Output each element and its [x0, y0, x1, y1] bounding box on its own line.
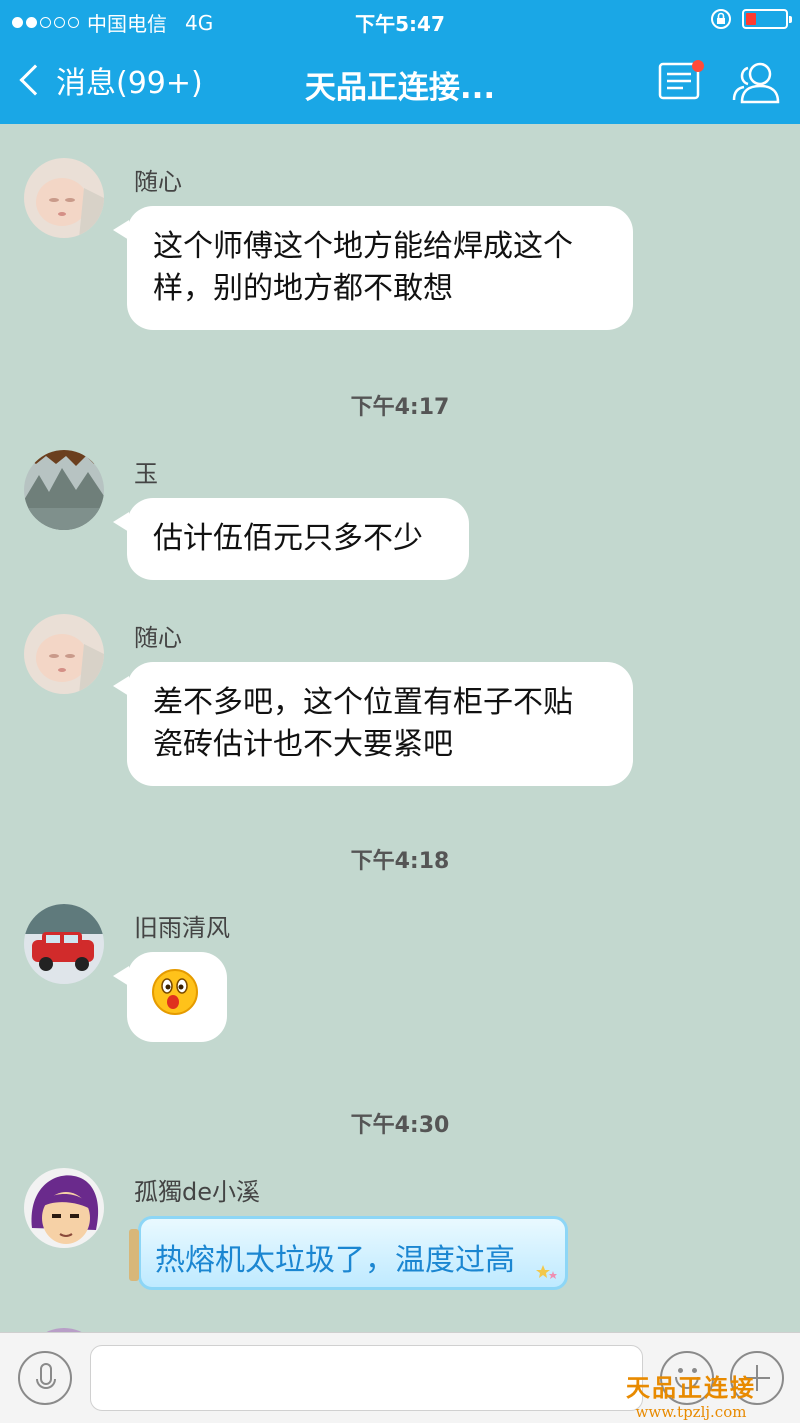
status-time: 下午5:47 [355, 12, 445, 36]
status-bar: 中国电信 4G 下午5:47 [0, 0, 800, 40]
message-bubble[interactable]: 估计伍佰元只多不少 [113, 498, 469, 580]
message-line: 样，别的地方都不敢想 [153, 271, 453, 306]
message-bubble[interactable]: 热熔机太垃圾了，温度过高 [129, 1216, 568, 1290]
battery-icon [742, 9, 792, 29]
orientation-lock-icon [711, 9, 731, 29]
group-notice-icon[interactable] [658, 60, 704, 100]
chat-area[interactable]: 随心 这个师傅这个地方能给焊成这个 样，别的地方都不敢想 下午4:17 玉 估计… [0, 124, 800, 1332]
timestamp: 下午4:18 [350, 849, 450, 874]
message-bubble[interactable]: 这个师傅这个地方能给焊成这个 样，别的地方都不敢想 [113, 206, 633, 330]
sender-name: 旧雨清风 [134, 914, 230, 942]
message-line: 这个师傅这个地方能给焊成这个 [153, 229, 573, 264]
message-bubble[interactable] [113, 952, 227, 1042]
timestamp: 下午4:17 [350, 395, 450, 420]
message-input[interactable] [90, 1345, 643, 1411]
avatar[interactable] [24, 614, 104, 694]
top-bar: 中国电信 4G 下午5:47 消息(99+) 天品正连接... [0, 0, 800, 124]
avatar[interactable] [24, 450, 104, 530]
message-line: 瓷砖估计也不大要紧吧 [153, 727, 453, 762]
avatar[interactable] [24, 904, 104, 984]
message-text: 热熔机太垃圾了，温度过高 [155, 1243, 515, 1278]
message-line: 差不多吧，这个位置有柜子不贴 [153, 685, 573, 720]
watermark-title: 天品正连接 [626, 1373, 756, 1402]
surprised-face-emoji-icon [152, 969, 198, 1015]
sender-name: 孤獨de小溪 [134, 1178, 260, 1206]
sender-name: 玉 [134, 460, 158, 488]
avatar[interactable] [24, 1168, 104, 1248]
group-members-icon[interactable] [730, 60, 786, 104]
timestamp: 下午4:30 [350, 1113, 450, 1138]
message-line: 估计伍佰元只多不少 [153, 521, 423, 556]
star-decoration-icon [536, 1265, 557, 1279]
avatar[interactable] [24, 158, 104, 238]
nav-bar: 消息(99+) 天品正连接... [0, 40, 800, 124]
watermark: 天品正连接 www.tpzlj.com [626, 1368, 756, 1421]
sender-name: 随心 [134, 624, 182, 652]
voice-button[interactable] [18, 1351, 72, 1405]
sender-name: 随心 [134, 168, 182, 196]
bottle-cap-decoration [129, 1229, 139, 1281]
message-bubble[interactable]: 差不多吧，这个位置有柜子不贴 瓷砖估计也不大要紧吧 [113, 662, 633, 786]
watermark-url: www.tpzlj.com [635, 1403, 747, 1421]
